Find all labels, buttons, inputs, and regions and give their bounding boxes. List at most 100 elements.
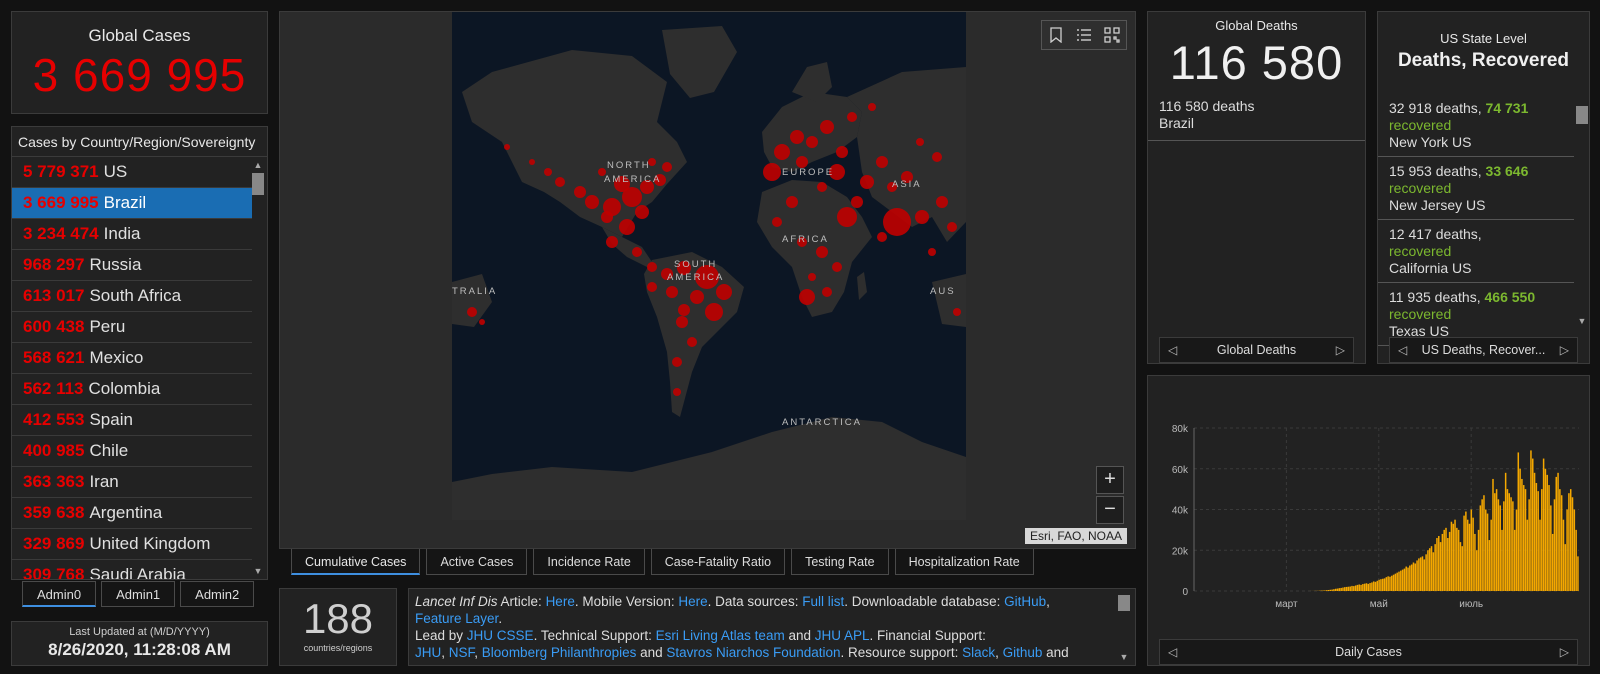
nsf-link[interactable]: NSF — [449, 645, 475, 660]
slack-link[interactable]: Slack — [962, 645, 995, 660]
country-row[interactable]: 968 297 Russia — [12, 250, 252, 281]
country-name: India — [103, 224, 141, 243]
chart-bar — [1342, 587, 1344, 591]
chart-bar — [1334, 588, 1337, 591]
jhu-link[interactable]: JHU — [415, 645, 441, 660]
us-state-row[interactable]: 15 953 deaths, 33 646 recovered New Jersey… — [1378, 157, 1574, 220]
chart-bar — [1371, 582, 1373, 591]
zoom-in-button[interactable]: + — [1096, 466, 1124, 494]
chart-bar — [1555, 476, 1558, 591]
full-list-link[interactable]: Full list — [802, 594, 844, 609]
country-row[interactable]: 329 869 United Kingdom — [12, 529, 252, 560]
next-chevron-icon[interactable]: ▷ — [1560, 343, 1569, 357]
country-row[interactable]: 3 234 474 India — [12, 219, 252, 250]
country-row[interactable]: 400 985 Chile — [12, 436, 252, 467]
chart-bar — [1369, 583, 1371, 591]
country-name: Argentina — [89, 503, 163, 522]
country-list-scrollbar[interactable]: ▲ — [251, 159, 265, 197]
admin-tab-1[interactable]: Admin1 — [101, 581, 176, 607]
jhu-csse-link[interactable]: JHU CSSE — [467, 628, 534, 643]
scroll-thumb[interactable] — [252, 173, 264, 195]
bloomberg-link[interactable]: Bloomberg Philanthropies — [482, 645, 637, 660]
admin-tab-0[interactable]: Admin0 — [22, 581, 97, 607]
world-map[interactable]: NORTH AMERICA EUROPE ASIA AFRICA SOUTH A… — [452, 12, 966, 520]
us-recovered-label: recovered — [1389, 180, 1452, 196]
prev-chevron-icon[interactable]: ◁ — [1168, 645, 1177, 659]
global-deaths-entry[interactable]: 116 580 deaths Brazil — [1148, 90, 1365, 141]
info-scroll-down-icon[interactable]: ▼ — [1117, 651, 1131, 663]
bookmark-icon[interactable] — [1042, 21, 1070, 49]
info-scrollbar[interactable] — [1117, 593, 1131, 613]
chart-bar — [1560, 495, 1563, 591]
chart-bar — [1416, 560, 1418, 591]
country-row[interactable]: 359 638 Argentina — [12, 498, 252, 529]
us-recovered-label: recovered — [1389, 306, 1452, 322]
us-state-row[interactable]: 12 417 deaths, recovered California US — [1378, 220, 1574, 283]
stavros-niarchos-link[interactable]: Stavros Niarchos Foundation — [666, 645, 840, 660]
legend-list-icon[interactable] — [1070, 21, 1098, 49]
jhu-apl-link[interactable]: JHU APL — [815, 628, 870, 643]
github-support-link[interactable]: Github — [1003, 645, 1043, 660]
zoom-out-button[interactable]: − — [1096, 496, 1124, 524]
map-toolbar — [1041, 20, 1127, 50]
country-name: Saudi Arabia — [89, 565, 186, 580]
chart-bar — [1327, 589, 1330, 591]
info-scroll-thumb[interactable] — [1118, 595, 1130, 611]
next-chevron-icon[interactable]: ▷ — [1336, 343, 1345, 357]
chart-bar — [1562, 519, 1565, 591]
chart-bar — [1571, 497, 1574, 591]
country-row[interactable]: 562 113 Colombia — [12, 374, 252, 405]
us-deaths: 11 935 deaths, — [1389, 289, 1481, 305]
admin-tab-2[interactable]: Admin2 — [180, 581, 255, 607]
chart-bar — [1432, 552, 1435, 591]
us-scroll-down-icon[interactable]: ▼ — [1575, 315, 1589, 327]
us-scroll-thumb[interactable] — [1576, 106, 1588, 124]
chart-bar — [1344, 587, 1346, 591]
country-case-count: 412 553 — [23, 410, 85, 429]
prev-chevron-icon[interactable]: ◁ — [1398, 343, 1407, 357]
map-tab-4[interactable]: Testing Rate — [791, 549, 889, 575]
country-name: Colombia — [88, 379, 161, 398]
us-recovered-count: 466 550 — [1484, 289, 1536, 305]
country-case-count: 363 363 — [23, 472, 85, 491]
country-row[interactable]: 613 017 South Africa — [12, 281, 252, 312]
chart-bar — [1322, 590, 1324, 591]
map-tab-3[interactable]: Case-Fatality Ratio — [650, 549, 786, 575]
global-cases-label: Global Cases — [88, 26, 191, 45]
chart-bar — [1418, 558, 1420, 591]
prev-chevron-icon[interactable]: ◁ — [1168, 343, 1177, 357]
map-attribution: Esri, FAO, NOAA — [1024, 528, 1127, 544]
country-row[interactable]: 3 669 995 Brazil — [12, 188, 252, 219]
mobile-version-link[interactable]: Here — [678, 594, 707, 609]
countries-count-value: 188 — [302, 595, 374, 642]
country-row[interactable]: 412 553 Spain — [12, 405, 252, 436]
country-row[interactable]: 568 621 Mexico — [12, 343, 252, 374]
article-link[interactable]: Here — [546, 594, 575, 609]
next-chevron-icon[interactable]: ▷ — [1560, 645, 1569, 659]
chart-bar — [1427, 550, 1429, 591]
qr-code-icon[interactable] — [1098, 21, 1126, 49]
us-list-scrollbar[interactable] — [1575, 104, 1589, 126]
chart-bar — [1488, 540, 1491, 591]
scroll-up-icon[interactable]: ▲ — [251, 159, 265, 171]
chart-bar — [1465, 511, 1467, 591]
country-row[interactable]: 600 438 Peru — [12, 312, 252, 343]
scroll-down-icon[interactable]: ▼ — [251, 565, 265, 577]
map-panel[interactable]: NORTH AMERICA EUROPE ASIA AFRICA SOUTH A… — [279, 11, 1136, 549]
us-recovered-label: recovered — [1389, 117, 1452, 133]
global-deaths-panel: Global Deaths 116 580 116 580 deaths Bra… — [1147, 11, 1366, 364]
chart-bar — [1503, 501, 1505, 591]
country-row[interactable]: 5 779 371 US — [12, 157, 252, 188]
map-tab-0[interactable]: Cumulative Cases — [291, 549, 421, 575]
chart-bar — [1450, 521, 1453, 591]
map-tab-5[interactable]: Hospitalization Rate — [894, 549, 1034, 575]
esri-living-atlas-link[interactable]: Esri Living Atlas team — [656, 628, 785, 643]
github-link[interactable]: GitHub — [1004, 594, 1046, 609]
map-tab-2[interactable]: Incidence Rate — [533, 549, 645, 575]
us-state-row[interactable]: 32 918 deaths, 74 731 recovered New York U… — [1378, 94, 1574, 157]
map-tab-1[interactable]: Active Cases — [426, 549, 528, 575]
chart-bar — [1559, 489, 1561, 591]
feature-layer-link[interactable]: Feature Layer — [415, 611, 498, 626]
country-row[interactable]: 363 363 Iran — [12, 467, 252, 498]
country-row[interactable]: 309 768 Saudi Arabia — [12, 560, 252, 580]
